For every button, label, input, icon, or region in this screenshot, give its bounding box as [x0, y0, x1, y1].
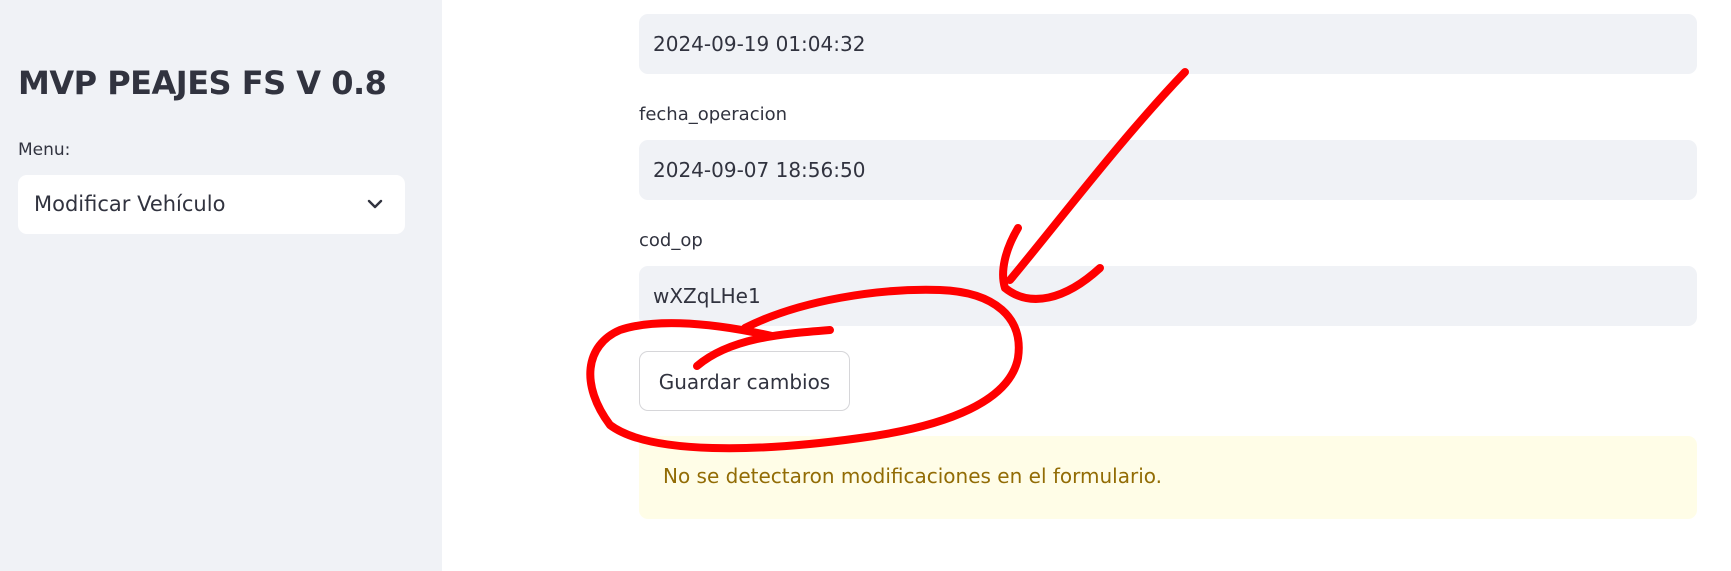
- chevron-down-icon: [367, 199, 383, 209]
- menu-label: Menu:: [18, 140, 71, 160]
- menu-select[interactable]: Modificar Vehículo: [18, 175, 405, 234]
- field-input-cod-op[interactable]: wXZqLHe1: [639, 266, 1697, 326]
- field-label-fecha-operacion: fecha_operacion: [639, 104, 788, 125]
- field-input-fecha-operacion[interactable]: 2024-09-07 18:56:50: [639, 140, 1697, 200]
- warning-message: No se detectaron modificaciones en el fo…: [663, 464, 1162, 488]
- field-input-timestamp[interactable]: 2024-09-19 01:04:32: [639, 14, 1697, 74]
- app-window: MVP PEAJES FS V 0.8 Menu: Modificar Vehí…: [0, 0, 1731, 571]
- warning-alert: No se detectaron modificaciones en el fo…: [639, 436, 1697, 519]
- save-changes-button[interactable]: Guardar cambios: [639, 351, 850, 411]
- menu-select-value: Modificar Vehículo: [34, 192, 226, 216]
- field-label-cod-op: cod_op: [639, 230, 703, 251]
- main-content: 2024-09-19 01:04:32 fecha_operacion 2024…: [442, 0, 1731, 571]
- sidebar: MVP PEAJES FS V 0.8 Menu: Modificar Vehí…: [0, 0, 442, 571]
- app-title: MVP PEAJES FS V 0.8: [18, 64, 387, 102]
